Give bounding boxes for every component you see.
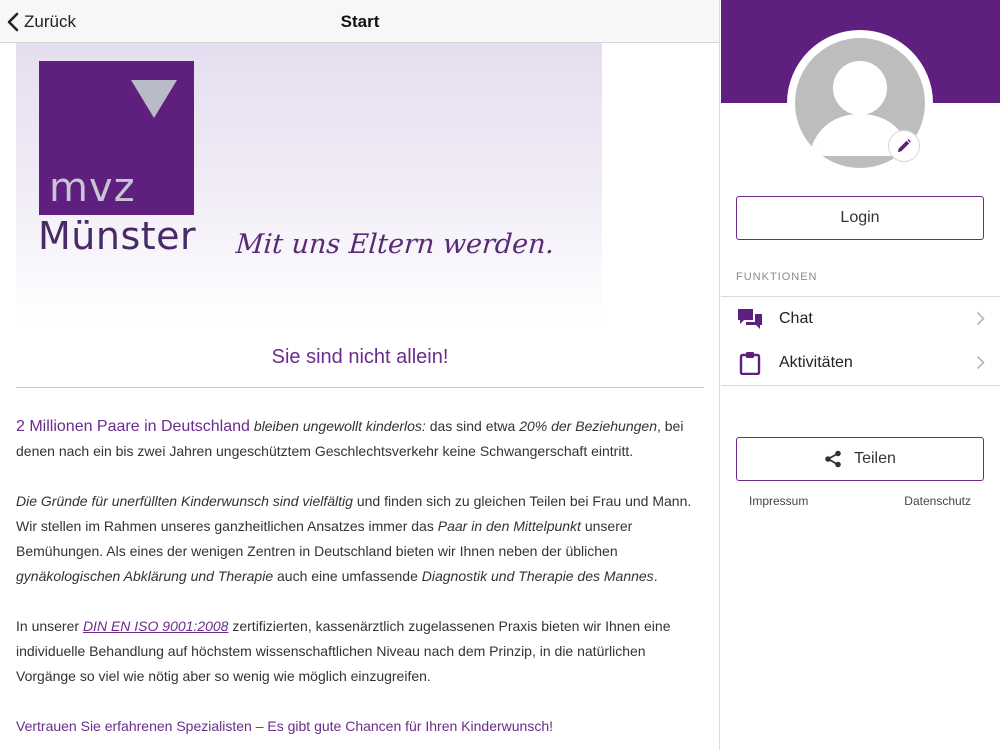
causes-italic-3: gynäkologischen Abklärung und Therapie	[16, 568, 274, 584]
menu-item-activities[interactable]: Aktivitäten	[721, 341, 1000, 385]
practice-text-1: In unserer	[16, 618, 83, 634]
chevron-right-icon	[976, 311, 985, 326]
edit-profile-button[interactable]	[888, 130, 920, 162]
causes-italic-4: Diagnostik und Therapie des Mannes	[421, 568, 654, 584]
impressum-link[interactable]: Impressum	[749, 494, 808, 508]
main-content: Zurück Start mvz Münster Mit uns Eltern …	[0, 0, 720, 750]
intro-text-1: das sind etwa	[425, 418, 520, 434]
functions-menu: Chat Aktivitäten	[721, 296, 1000, 386]
chevron-right-icon	[976, 355, 985, 370]
paragraph-causes: Die Gründe für unerfüllten Kinderwunsch …	[16, 489, 706, 589]
menu-item-activities-label: Aktivitäten	[779, 354, 853, 371]
intro-italic-1: bleiben ungewollt kinderlos:	[253, 418, 426, 434]
paragraph-intro: 2 Millionen Paare in Deutschland bleiben…	[16, 414, 706, 464]
intro-italic-2: 20% der Beziehungen	[519, 418, 657, 434]
causes-italic-2: Paar in den Mittelpunkt	[437, 518, 581, 534]
divider	[16, 387, 704, 388]
slogan: Mit uns Eltern werden.	[234, 229, 556, 260]
chevron-left-icon	[7, 12, 19, 31]
share-button[interactable]: Teilen	[736, 437, 984, 481]
side-panel: Login FUNKTIONEN Chat Aktivitäten Teilen…	[721, 0, 1000, 750]
privacy-link[interactable]: Datenschutz	[904, 494, 971, 508]
chat-icon	[737, 306, 763, 332]
causes-italic-1: Die Gründe für unerfüllten Kinderwunsch …	[16, 493, 353, 509]
causes-text-4: .	[653, 568, 658, 584]
paragraph-closing: Vertrauen Sie erfahrenen Spezialisten – …	[16, 718, 553, 734]
causes-text-3: auch eine umfassende	[273, 568, 422, 584]
paragraph-practice: In unserer DIN EN ISO 9001:2008 zertifiz…	[16, 614, 706, 689]
login-button[interactable]: Login	[736, 196, 984, 240]
logo-mvz-text: mvz	[49, 165, 136, 211]
footer-links: Impressum Datenschutz	[721, 494, 1000, 510]
iso-certification-link[interactable]: DIN EN ISO 9001:2008	[83, 618, 229, 634]
headline: Sie sind nicht allein!	[271, 346, 449, 368]
mvz-logo: mvz	[39, 61, 194, 215]
menu-item-chat-label: Chat	[779, 310, 813, 327]
intro-lead: 2 Millionen Paare in Deutschland	[16, 418, 250, 435]
share-button-label: Teilen	[854, 450, 896, 467]
clipboard-icon	[737, 350, 763, 376]
back-button-label: Zurück	[24, 11, 76, 31]
pencil-icon	[898, 139, 911, 152]
functions-section-label: FUNKTIONEN	[736, 271, 818, 283]
share-icon	[825, 450, 841, 468]
navigation-bar: Zurück Start	[0, 0, 719, 43]
menu-item-chat[interactable]: Chat	[721, 297, 1000, 341]
page-title: Start	[340, 12, 380, 31]
logo-triangle-icon	[131, 80, 177, 118]
logo-city-text: Münster	[38, 214, 197, 258]
article-text: 2 Millionen Paare in Deutschland bleiben…	[16, 414, 706, 750]
back-button[interactable]: Zurück	[6, 0, 76, 43]
header-banner: mvz Münster Mit uns Eltern werden.	[16, 43, 602, 328]
login-button-label: Login	[840, 209, 880, 226]
